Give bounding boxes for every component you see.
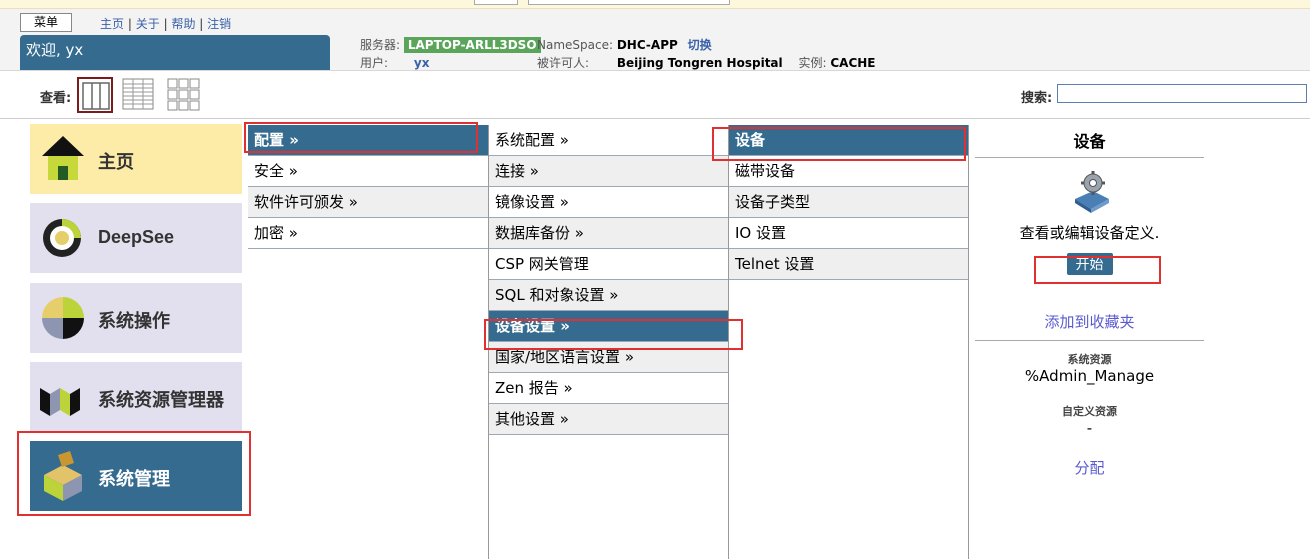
- namespace-value: DHC-APP: [616, 38, 678, 52]
- operations-icon: [42, 297, 84, 339]
- header-divider: [0, 118, 1310, 119]
- custom-resource-value: -: [1086, 419, 1093, 437]
- licensee-value: Beijing Tongren Hospital: [616, 56, 783, 70]
- device-gear-icon: [1075, 171, 1109, 213]
- about-link[interactable]: 关于: [136, 17, 160, 31]
- menu-item-system-config[interactable]: 系统配置 »: [489, 125, 728, 156]
- separator: |: [163, 17, 168, 31]
- tile-home[interactable]: 主页: [30, 124, 242, 194]
- menu-button[interactable]: 菜单: [20, 13, 72, 32]
- view-label: 查看:: [40, 91, 72, 106]
- top-tab[interactable]: [528, 0, 730, 5]
- tile-label: 系统资源管理器: [98, 390, 224, 410]
- switch-namespace-link[interactable]: 切换: [688, 38, 712, 52]
- grid-view-icon[interactable]: [166, 77, 202, 113]
- tile-label: DeepSee: [98, 227, 175, 247]
- logout-link[interactable]: 注销: [207, 17, 231, 31]
- system-resource-label: 系统资源: [1067, 353, 1112, 366]
- home-icon: [42, 136, 84, 180]
- menu-item-database-backup[interactable]: 数据库备份 »: [489, 218, 728, 249]
- menu-item-mirror-settings[interactable]: 镜像设置 »: [489, 187, 728, 218]
- detail-title: 设备: [975, 125, 1204, 158]
- licensee-info: 被许可人: Beijing Tongren Hospital 实例: CACHE: [537, 54, 875, 71]
- help-link[interactable]: 帮助: [171, 17, 195, 31]
- menu-column-3: 设备 磁带设备 设备子类型 IO 设置 Telnet 设置: [729, 125, 968, 280]
- search-label: 搜索:: [1021, 91, 1053, 106]
- menu-item-sql-object-settings[interactable]: SQL 和对象设置 »: [489, 280, 728, 311]
- separator: |: [127, 17, 132, 31]
- tile-deepsee[interactable]: DeepSee: [30, 203, 242, 273]
- administration-icon: [44, 451, 82, 501]
- instance-label: 实例:: [798, 56, 827, 70]
- server-label: 服务器:: [360, 38, 401, 52]
- columns-view-icon[interactable]: [77, 77, 113, 113]
- server-badge: LAPTOP-ARLL3DSO: [403, 37, 541, 53]
- list-view-icon[interactable]: [121, 77, 157, 113]
- menu-item-device-subtypes[interactable]: 设备子类型: [729, 187, 968, 218]
- menu-item-security[interactable]: 安全 »: [248, 156, 488, 187]
- server-info: 服务器: LAPTOP-ARLL3DSO: [360, 36, 541, 53]
- menu-item-io-settings[interactable]: IO 设置: [729, 218, 968, 249]
- user-label: 用户:: [360, 56, 389, 70]
- user-value: yx: [413, 56, 430, 70]
- menu-item-configuration[interactable]: 配置 »: [248, 125, 488, 156]
- menu-item-other-settings[interactable]: 其他设置 »: [489, 404, 728, 435]
- menu-item-locale-settings[interactable]: 国家/地区语言设置 »: [489, 342, 728, 373]
- tile-administration[interactable]: 系统管理: [30, 441, 242, 511]
- welcome-banner: 欢迎, yx: [20, 35, 330, 70]
- system-resource-value: %Admin_Manage: [1024, 367, 1155, 385]
- menu-item-device-settings[interactable]: 设备设置 »: [489, 311, 728, 342]
- menu-item-csp-gateway[interactable]: CSP 网关管理: [489, 249, 728, 280]
- menu-item-devices[interactable]: 设备: [729, 125, 968, 156]
- top-strip: [0, 0, 1310, 9]
- namespace-label: NameSpace:: [537, 38, 614, 52]
- tile-explorer[interactable]: 系统资源管理器: [30, 362, 242, 432]
- namespace-info: NameSpace: DHC-APP 切换: [537, 36, 712, 53]
- explorer-icon: [40, 388, 80, 416]
- menu-column-1: 配置 » 安全 » 软件许可颁发 » 加密 »: [248, 125, 488, 249]
- menu-item-connectivity[interactable]: 连接 »: [489, 156, 728, 187]
- add-to-favorites-link[interactable]: 添加到收藏夹: [975, 311, 1204, 341]
- separator: |: [199, 17, 204, 31]
- licensee-label: 被许可人:: [537, 56, 590, 70]
- assign-link[interactable]: 分配: [975, 457, 1204, 478]
- detail-panel: 设备 查看或编辑设备定义. 开始 添加到收藏夹 系统资源 %Admin_Mana…: [975, 125, 1204, 478]
- home-link[interactable]: 主页: [100, 17, 124, 31]
- top-links: 主页 | 关于 | 帮助 | 注销: [100, 15, 231, 32]
- deepsee-icon: [43, 219, 81, 257]
- menu-item-encryption[interactable]: 加密 »: [248, 218, 488, 249]
- tile-label: 主页: [98, 152, 134, 172]
- top-tab[interactable]: [474, 0, 518, 5]
- instance-value: CACHE: [830, 56, 876, 70]
- menu-item-licensing[interactable]: 软件许可颁发 »: [248, 187, 488, 218]
- tile-label: 系统操作: [98, 311, 170, 331]
- menu-item-telnet-settings[interactable]: Telnet 设置: [729, 249, 968, 280]
- menu-item-zen-reports[interactable]: Zen 报告 »: [489, 373, 728, 404]
- detail-description: 查看或编辑设备定义.: [1019, 224, 1160, 242]
- column-divider: [968, 125, 969, 559]
- user-info: 用户: yx: [360, 54, 429, 71]
- tile-label: 系统管理: [98, 469, 170, 489]
- custom-resource-label: 自定义资源: [1062, 405, 1117, 418]
- menu-column-2: 系统配置 » 连接 » 镜像设置 » 数据库备份 » CSP 网关管理 SQL …: [489, 125, 728, 435]
- header: 菜单 主页 | 关于 | 帮助 | 注销 欢迎, yx 服务器: LAPTOP-…: [0, 9, 1310, 71]
- search-input[interactable]: [1057, 84, 1307, 103]
- tile-operations[interactable]: 系统操作: [30, 283, 242, 353]
- start-button[interactable]: 开始: [1066, 253, 1113, 275]
- menu-item-magtape-devices[interactable]: 磁带设备: [729, 156, 968, 187]
